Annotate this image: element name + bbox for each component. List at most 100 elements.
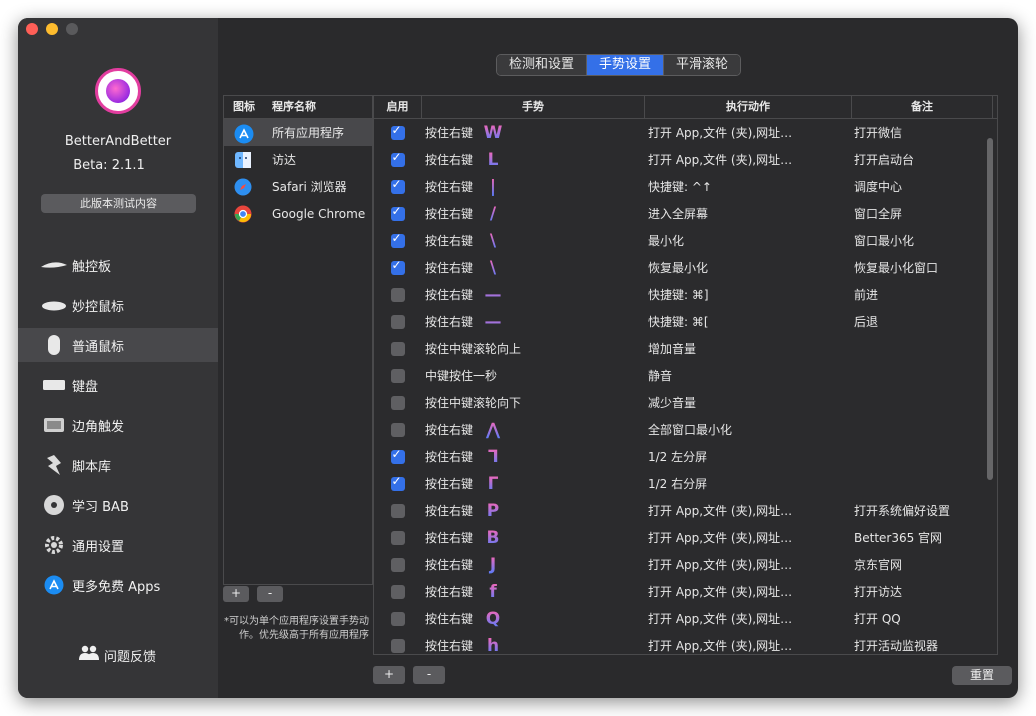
enable-checkbox[interactable] — [390, 204, 405, 221]
note-cell: Better365 官网 — [854, 531, 943, 545]
enable-checkbox[interactable] — [390, 638, 405, 653]
sidebar-item-label: 脚本库 — [72, 459, 112, 475]
enable-checkbox[interactable] — [390, 231, 405, 248]
enable-cell — [374, 474, 421, 491]
table-scrollbar[interactable] — [987, 138, 993, 480]
enable-checkbox[interactable] — [390, 123, 405, 140]
table-row[interactable]: 按住右键 B 打开 App,文件 (夹),网址… Better365 官网 — [374, 524, 997, 551]
remove-gesture-button[interactable]: - — [413, 666, 445, 684]
finder-icon — [234, 151, 252, 169]
enable-checkbox[interactable] — [390, 368, 405, 383]
gesture-cell: 按住右键 / — [421, 204, 643, 224]
table-row[interactable]: 按住右键 ⋀ 全部窗口最小化 — [374, 416, 997, 443]
app-list-item-name: Google Chrome — [272, 206, 366, 221]
sidebar-item-4[interactable]: 边角触发 — [18, 408, 218, 442]
table-row[interactable]: 按住中键滚轮向上 增加音量 — [374, 335, 997, 362]
sidebar-item-7[interactable]: 通用设置 — [18, 528, 218, 562]
table-row[interactable]: 按住右键 J 打开 App,文件 (夹),网址… 京东官网 — [374, 551, 997, 578]
add-app-button[interactable]: + — [223, 586, 249, 602]
enable-cell — [374, 123, 421, 140]
zoom-window-button[interactable] — [66, 23, 78, 35]
table-row[interactable]: 中键按住一秒 静音 — [374, 362, 997, 389]
sidebar-item-2[interactable]: 普通鼠标 — [18, 328, 218, 362]
enable-checkbox[interactable] — [390, 287, 405, 302]
table-row[interactable]: 按住右键 \ 恢复最小化 恢复最小化窗口 — [374, 254, 997, 281]
col-icon-header: 图标 — [233, 100, 255, 113]
enable-checkbox[interactable] — [390, 177, 405, 194]
enable-checkbox[interactable] — [390, 150, 405, 167]
enable-checkbox[interactable] — [390, 395, 405, 410]
note-cell: 京东官网 — [854, 558, 903, 572]
feedback-label: 问题反馈 — [104, 649, 157, 665]
gesture-glyph-icon: — — [484, 284, 502, 305]
table-row[interactable]: 按住右键 / 进入全屏幕 窗口全屏 — [374, 200, 997, 227]
enable-checkbox[interactable] — [390, 258, 405, 275]
action-cell: 1/2 左分屏 — [648, 450, 708, 464]
table-row[interactable]: 按住右键 — 快捷键: ⌘] 前进 — [374, 281, 997, 308]
enable-checkbox[interactable] — [390, 447, 405, 464]
app-list-item[interactable]: 所有应用程序 — [224, 119, 372, 146]
gear-icon — [40, 535, 68, 555]
magic-mouse-icon — [40, 295, 68, 315]
gesture-label: 按住右键 — [425, 477, 474, 491]
app-list-item[interactable]: Google Chrome — [224, 200, 372, 227]
close-window-button[interactable] — [26, 23, 38, 35]
enable-checkbox[interactable] — [390, 314, 405, 329]
enable-checkbox[interactable] — [390, 422, 405, 437]
table-row[interactable]: 按住右键 — 快捷键: ⌘[后退 — [374, 308, 997, 335]
table-row[interactable]: 按住右键 f 打开 App,文件 (夹),网址… 打开访达 — [374, 578, 997, 605]
enable-checkbox[interactable] — [390, 611, 405, 626]
table-row[interactable]: 按住右键 L 打开 App,文件 (夹),网址… 打开启动台 — [374, 146, 997, 173]
app-list-item[interactable]: 访达 — [224, 146, 372, 173]
gesture-cell: 按住右键 L — [421, 150, 643, 170]
feedback-button[interactable]: 问题反馈 — [78, 645, 156, 665]
sidebar-item-5[interactable]: 脚本库 — [18, 448, 218, 482]
sidebar-item-8[interactable]: 更多免费 Apps — [18, 568, 218, 602]
table-row[interactable]: 按住右键 Γ 1/2 右分屏 — [374, 470, 997, 497]
tab-2[interactable]: 平滑滚轮 — [664, 55, 741, 75]
table-row[interactable]: 按住右键 W 打开 App,文件 (夹),网址… 打开微信 — [374, 119, 997, 146]
enable-checkbox[interactable] — [390, 341, 405, 356]
reset-button[interactable]: 重置 — [952, 666, 1012, 685]
table-row[interactable]: 按住右键 \ 最小化 窗口最小化 — [374, 227, 997, 254]
minimize-window-button[interactable] — [46, 23, 58, 35]
table-row[interactable]: 按住右键 | 快捷键: ^↑ 调度中心 — [374, 173, 997, 200]
sidebar-item-0[interactable]: 触控板 — [18, 248, 218, 282]
action-cell: 快捷键: ⌘[ — [648, 315, 709, 329]
sidebar-item-label: 键盘 — [72, 379, 99, 395]
gesture-cell: 按住中键滚轮向下 — [421, 393, 643, 413]
enable-cell — [374, 422, 421, 437]
sidebar-item-label: 妙控鼠标 — [72, 299, 125, 315]
learn-disc-icon — [40, 495, 68, 515]
beta-content-button[interactable]: 此版本测试内容 — [41, 194, 196, 213]
note-cell: 打开 QQ — [854, 612, 901, 626]
sidebar-item-label: 普通鼠标 — [72, 339, 125, 355]
enable-checkbox[interactable] — [390, 503, 405, 518]
enable-checkbox[interactable] — [390, 584, 405, 599]
sidebar-item-1[interactable]: 妙控鼠标 — [18, 288, 218, 322]
app-list-item[interactable]: Safari 浏览器 — [224, 173, 372, 200]
gesture-cell: 中键按住一秒 — [421, 366, 643, 386]
sidebar-item-3[interactable]: 键盘 — [18, 368, 218, 402]
add-gesture-button[interactable]: + — [373, 666, 405, 684]
enable-checkbox[interactable] — [390, 474, 405, 491]
gesture-label: 按住右键 — [425, 234, 474, 248]
tab-0[interactable]: 检测和设置 — [497, 55, 588, 75]
table-row[interactable]: 按住右键 ⅂ 1/2 左分屏 — [374, 443, 997, 470]
enable-cell — [374, 584, 421, 599]
gesture-glyph-icon: ⅂ — [483, 447, 503, 467]
note-cell: 窗口最小化 — [854, 234, 915, 248]
table-row[interactable]: 按住右键 h 打开 App,文件 (夹),网址… 打开活动监视器 — [374, 632, 997, 654]
app-list-item-name: 访达 — [272, 153, 297, 167]
enable-checkbox[interactable] — [390, 557, 405, 572]
gesture-cell: 按住右键 \ — [421, 231, 643, 251]
table-row[interactable]: 按住右键 P 打开 App,文件 (夹),网址… 打开系统偏好设置 — [374, 497, 997, 524]
sidebar-item-6[interactable]: 学习 BAB — [18, 488, 218, 522]
app-logo-icon — [95, 68, 141, 114]
table-row[interactable]: 按住右键 Q 打开 App,文件 (夹),网址… 打开 QQ — [374, 605, 997, 632]
gesture-label: 按住右键 — [425, 126, 474, 140]
remove-app-button[interactable]: - — [257, 586, 283, 602]
table-row[interactable]: 按住中键滚轮向下 减少音量 — [374, 389, 997, 416]
tab-1[interactable]: 手势设置 — [587, 55, 665, 75]
enable-checkbox[interactable] — [390, 530, 405, 545]
